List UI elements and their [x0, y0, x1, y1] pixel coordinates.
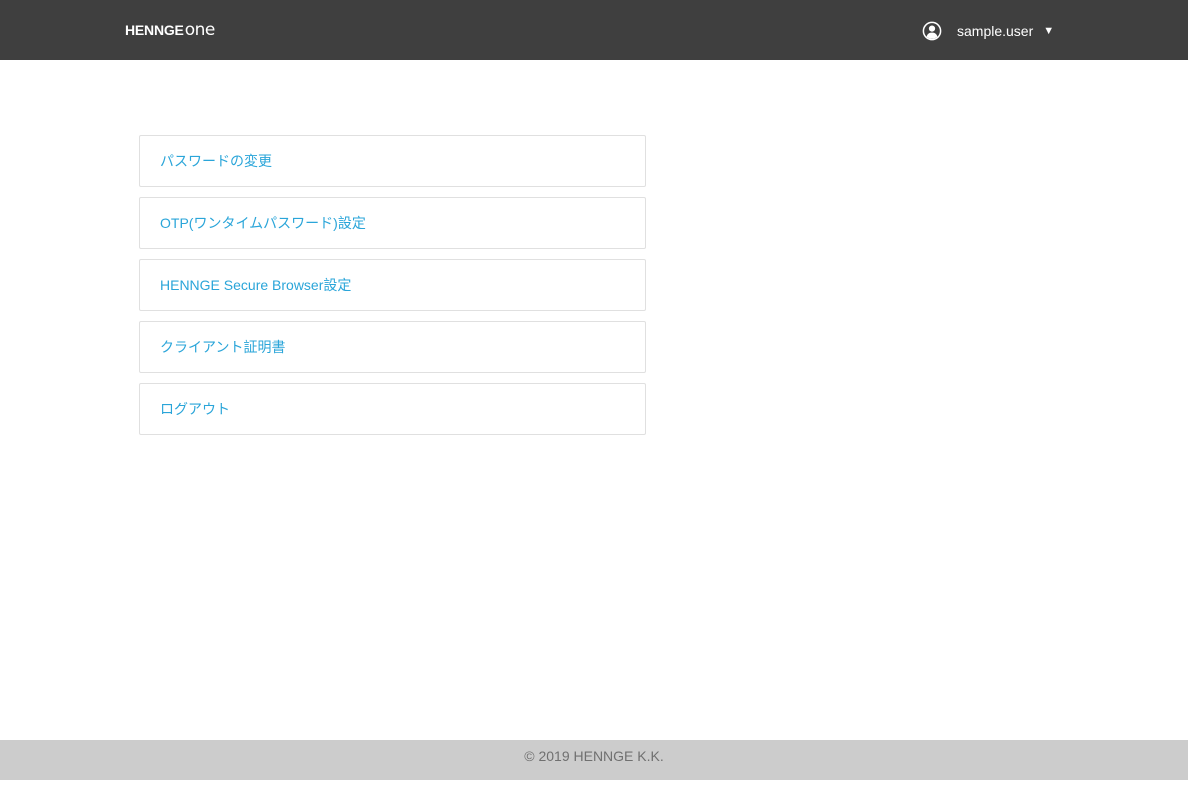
top-header-bar: HENNGE one sample.user ▼: [0, 0, 1188, 60]
user-circle-icon: [922, 21, 942, 41]
menu-item-label: HENNGE Secure Browser設定: [160, 277, 352, 293]
user-menu-dropdown[interactable]: sample.user ▼: [922, 20, 1054, 42]
menu-item-change-password[interactable]: パスワードの変更: [139, 135, 646, 187]
menu-item-label: ログアウト: [160, 401, 230, 417]
henngeone-logo[interactable]: HENNGE one: [125, 20, 215, 42]
menu-item-secure-browser-settings[interactable]: HENNGE Secure Browser設定: [139, 259, 646, 311]
menu-item-label: OTP(ワンタイムパスワード)設定: [160, 215, 366, 231]
menu-item-label: クライアント証明書: [160, 339, 286, 355]
copyright-text: © 2019 HENNGE K.K.: [524, 748, 664, 764]
logo-sub-text: one: [184, 20, 216, 40]
logo-main-text: HENNGE: [125, 22, 184, 38]
menu-item-logout[interactable]: ログアウト: [139, 383, 646, 435]
account-menu-list: パスワードの変更 OTP(ワンタイムパスワード)設定 HENNGE Secure…: [139, 135, 646, 445]
username-label: sample.user: [957, 23, 1034, 39]
menu-item-otp-settings[interactable]: OTP(ワンタイムパスワード)設定: [139, 197, 646, 249]
footer-bar: © 2019 HENNGE K.K.: [0, 740, 1188, 780]
menu-item-client-certificate[interactable]: クライアント証明書: [139, 321, 646, 373]
caret-down-icon: ▼: [1043, 24, 1055, 37]
menu-item-label: パスワードの変更: [160, 153, 272, 169]
